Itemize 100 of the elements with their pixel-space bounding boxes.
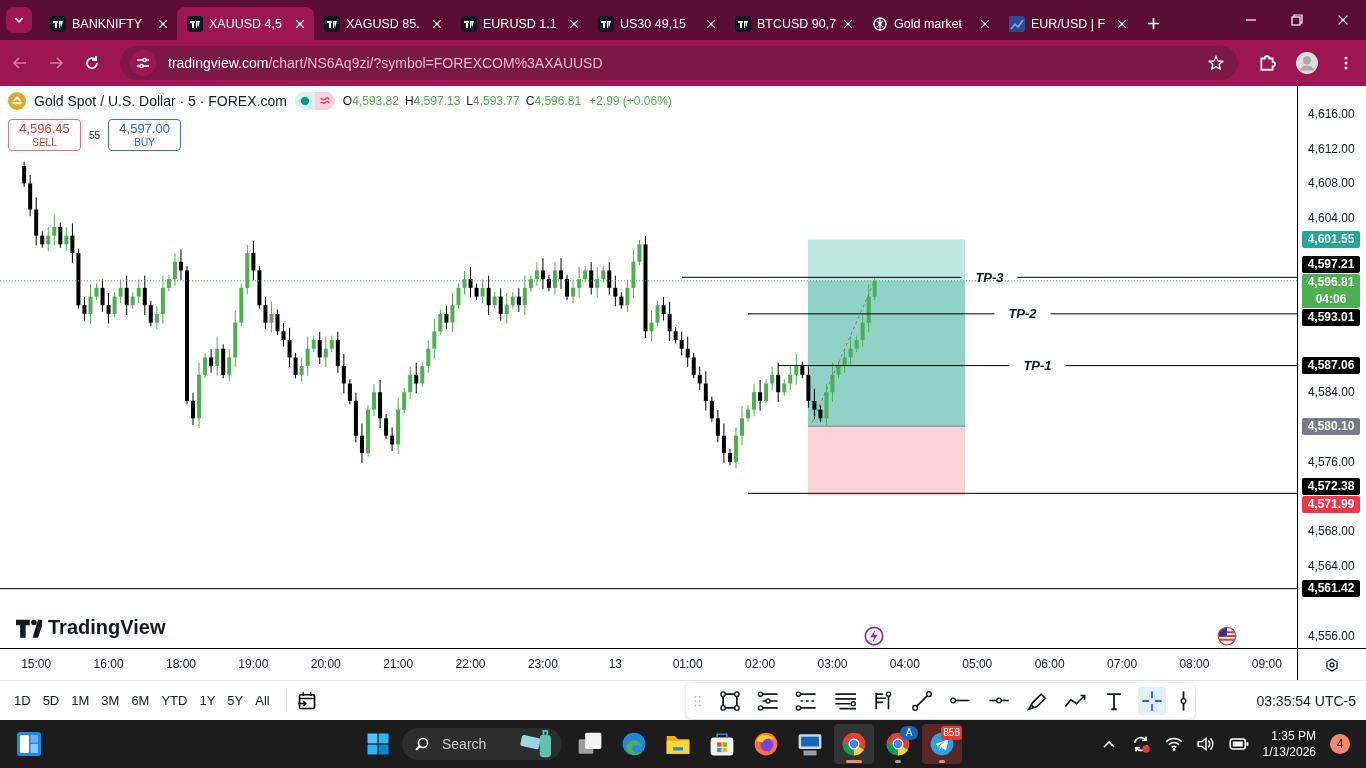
browser-tab[interactable]: XAUUSD 4,5 [177, 7, 314, 40]
axis-tick-label: 01:00 [672, 657, 703, 671]
clock-time: 1:35 PM [1271, 728, 1316, 744]
running-indicator [939, 760, 945, 763]
axis-tick-label: 4,564.00 [1308, 559, 1355, 574]
restore-icon[interactable] [1289, 12, 1305, 28]
lightning-icon[interactable] [864, 626, 884, 646]
axis-tick-label: 4,612.00 [1308, 141, 1355, 156]
taskbar-clock[interactable]: 1:35 PM 1/13/2026 [1262, 728, 1316, 760]
app-badge: 858 [941, 726, 962, 740]
axis-tick-label: 20:00 [310, 657, 341, 671]
range-button[interactable]: 3M [95, 689, 126, 712]
close-icon[interactable] [568, 17, 580, 30]
volume-icon[interactable] [1196, 735, 1215, 753]
close-icon[interactable] [157, 17, 169, 30]
axis-tick-label: 4,584.00 [1308, 385, 1355, 400]
axis-tick-label: 04:00 [889, 657, 920, 671]
axis-tick-label: 02:00 [745, 657, 776, 671]
tune-icon [135, 55, 151, 71]
tradingview-logo-icon [461, 15, 477, 32]
axis-tick-label: 16:00 [93, 657, 124, 671]
taskbar-app-button[interactable]: A [878, 724, 918, 764]
close-icon[interactable] [1336, 13, 1350, 27]
horizontal-line[interactable] [681, 276, 1297, 278]
clock-date: 1/13/2026 [1262, 744, 1316, 760]
avatar-icon[interactable] [1296, 52, 1318, 74]
widgets-icon[interactable] [16, 732, 42, 756]
calendar-icon[interactable] [296, 690, 317, 711]
long-position-drawing[interactable] [807, 239, 966, 496]
taskbar-app-button[interactable] [834, 724, 874, 764]
line-label: TP-2 [1008, 306, 1037, 322]
star-icon[interactable] [1208, 55, 1224, 71]
ohlc-value: L4,593.77 [466, 94, 520, 108]
range-button[interactable]: 5Y [221, 689, 250, 712]
travel-icon [518, 729, 554, 759]
browser-tab[interactable]: EUR/USD | F [999, 7, 1136, 40]
range-button[interactable]: 6M [125, 689, 156, 712]
browser-tab[interactable]: US30 49,15 [588, 7, 725, 40]
axis-tick-label: 4,556.00 [1308, 628, 1355, 643]
browser-tab[interactable]: Gold market [862, 7, 999, 40]
close-icon[interactable] [842, 17, 855, 30]
search-icon [414, 736, 430, 752]
wifi-icon[interactable] [1164, 735, 1183, 753]
tradingview-logo-icon [598, 15, 614, 32]
axis-tick-label: 09:00 [1251, 657, 1282, 671]
axis-tick-label: 4,604.00 [1308, 211, 1355, 226]
tradingview-logo-icon [50, 15, 66, 32]
axis-tick-label: 4,608.00 [1308, 176, 1355, 191]
range-button[interactable]: 1Y [193, 689, 222, 712]
extensions-icon[interactable] [1258, 54, 1276, 72]
settings-icon[interactable] [1324, 656, 1340, 673]
range-button[interactable]: YTD [155, 689, 194, 712]
horizontal-line[interactable] [747, 313, 1297, 315]
axis-tick-label: 19:00 [238, 657, 269, 671]
range-button[interactable]: 1D [8, 689, 37, 712]
spread-value: 55 [89, 129, 101, 141]
ohlc-value: O4,593.82 [342, 94, 399, 108]
new-tab-icon[interactable] [1146, 16, 1161, 31]
start-icon[interactable] [366, 732, 390, 756]
task-view-icon [577, 731, 603, 757]
chart-clock: 03:35:54 UTC-5 [1256, 692, 1356, 709]
knot-icon [872, 15, 888, 32]
axis-tick-label: 4,616.00 [1308, 106, 1355, 121]
price-change: +2.99 (+0.06%) [589, 94, 672, 108]
range-button[interactable]: 5D [36, 689, 66, 712]
horizontal-line[interactable] [0, 588, 1297, 590]
axis-tick-label: 13 [608, 657, 622, 671]
browser-tab[interactable]: EURUSD 1.1 [451, 7, 588, 40]
browser-tab[interactable]: BTCUSD 90,7 [725, 7, 862, 40]
flag-icon[interactable] [1217, 626, 1237, 646]
buy-button[interactable]: 4,597.00 BUY [108, 119, 182, 151]
sell-button[interactable]: 4,596.45 SELL [8, 119, 81, 151]
range-button[interactable]: All [249, 689, 276, 712]
axis-tick-label: 18:00 [165, 657, 196, 671]
close-icon[interactable] [1116, 17, 1128, 30]
browser-tab[interactable]: XAGUSD 85. [314, 7, 451, 40]
range-button[interactable]: 1M [65, 689, 96, 712]
browser-tab[interactable]: BANKNIFTY [40, 7, 177, 40]
horizontal-line[interactable] [777, 365, 1297, 367]
notification-badge[interactable]: 4 [1330, 734, 1350, 754]
close-icon[interactable] [705, 17, 717, 30]
close-icon[interactable] [979, 17, 991, 30]
axis-tick-label: 22:00 [455, 657, 486, 671]
browser-swirl-icon [621, 731, 647, 757]
close-icon[interactable] [294, 17, 306, 30]
market-status-badge[interactable] [294, 92, 335, 110]
computer-icon [797, 731, 823, 757]
coin-icon [8, 92, 26, 110]
price-label: 4,572.38 [1302, 477, 1360, 495]
dashed-channel-icon [795, 689, 818, 712]
horizontal-line[interactable] [747, 492, 1297, 494]
site-info-button[interactable] [130, 50, 156, 76]
price-label: 4,561.42 [1302, 580, 1360, 598]
taskbar-app-button[interactable]: 858 [922, 724, 962, 764]
tab-search-button[interactable] [6, 7, 32, 33]
line-label: TP-1 [1023, 358, 1052, 374]
reload-icon[interactable] [84, 55, 100, 71]
trend-line-icon [910, 689, 933, 712]
symbol-title[interactable]: Gold Spot / U.S. Dollar · 5 · FOREX.com [34, 93, 287, 109]
close-icon[interactable] [431, 17, 443, 30]
